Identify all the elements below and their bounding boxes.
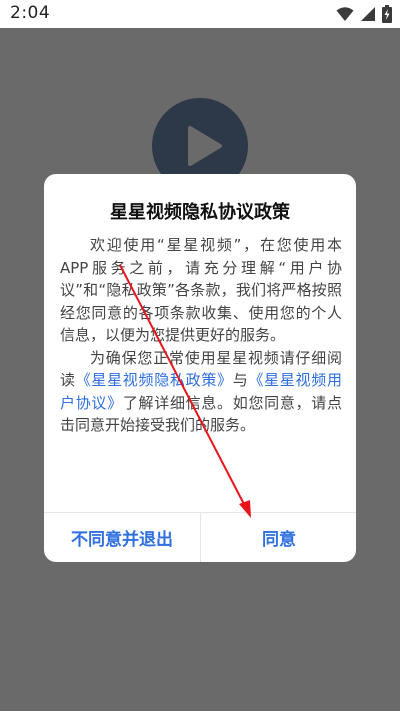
dialog-paragraph-1: 欢迎使用“星星视频”，在您使用本APP服务之前，请充分理解“用户协议”和“隐私政… — [60, 236, 342, 344]
status-icons — [336, 5, 392, 23]
status-bar: 2:04 — [0, 0, 400, 28]
dialog-body: 欢迎使用“星星视频”，在您使用本APP服务之前，请充分理解“用户协议”和“隐私政… — [60, 234, 342, 437]
paragraph-2-and: 与 — [232, 371, 249, 389]
dialog-title: 星星视频隐私协议政策 — [110, 202, 290, 223]
agree-button[interactable]: 同意 — [201, 513, 356, 562]
wifi-icon — [336, 6, 354, 22]
battery-charging-icon — [382, 5, 392, 23]
decline-exit-button[interactable]: 不同意并退出 — [44, 513, 200, 562]
screen: 2:04 星星视频隐私协议政策 欢迎使用“星星视频”，在您使用本APP服务之前，… — [0, 0, 400, 711]
privacy-policy-link[interactable]: 《星星视频隐私政策》 — [76, 371, 233, 389]
privacy-policy-dialog: 星星视频隐私协议政策 欢迎使用“星星视频”，在您使用本APP服务之前，请充分理解… — [44, 174, 356, 562]
signal-icon — [360, 6, 376, 22]
status-time: 2:04 — [10, 3, 51, 23]
dialog-paragraph-2: 为确保您正常使用星星视频请仔细阅读《星星视频隐私政策》与《星星视频用户协议》了解… — [60, 347, 342, 437]
